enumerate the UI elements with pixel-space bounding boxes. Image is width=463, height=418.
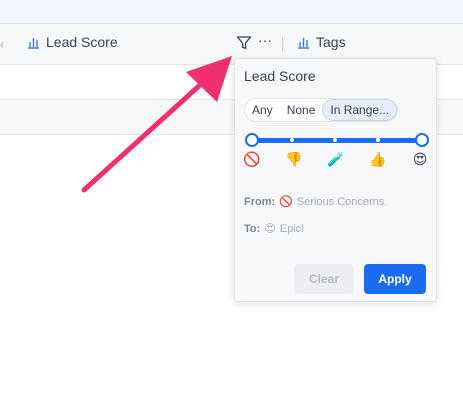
slider-tick	[333, 138, 337, 142]
slider-tick	[290, 138, 294, 142]
clear-button[interactable]: Clear	[294, 264, 354, 294]
heart-eyes-icon: 😍	[264, 222, 276, 235]
test-tube-icon[interactable]: 🧪	[327, 152, 345, 168]
column-header-label: Tags	[316, 34, 346, 50]
from-label: From:	[244, 196, 276, 208]
column-header-label: Lead Score	[46, 34, 118, 50]
column-header-tags[interactable]: Tags	[297, 34, 346, 50]
range-from: From: 🚫 Serious Concerns.	[244, 195, 387, 208]
scroll-left-icon[interactable]: ‹	[0, 37, 4, 51]
column-header-lead-score[interactable]: Lead Score	[27, 34, 118, 50]
more-options-icon[interactable]: ···	[258, 32, 272, 48]
range-min-handle[interactable]	[245, 133, 259, 147]
serious-concerns-icon: 🚫	[279, 195, 293, 208]
to-value: Epic!	[279, 223, 305, 235]
segment-none[interactable]: None	[280, 99, 323, 121]
heart-eyes-icon[interactable]: 😍	[411, 152, 429, 168]
divider	[282, 37, 283, 51]
slider-tick	[376, 138, 380, 142]
top-bar	[0, 0, 463, 24]
segment-any[interactable]: Any	[245, 99, 280, 121]
slider-track	[251, 138, 423, 143]
serious-concerns-icon[interactable]: 🚫	[243, 152, 261, 168]
segment-in-range[interactable]: In Range...	[322, 99, 398, 121]
thumbs-down-icon[interactable]: 👎	[285, 152, 303, 168]
score-scale: 🚫 👎 🧪 👍 😍	[243, 152, 431, 172]
thumbs-up-icon[interactable]: 👍	[369, 152, 387, 168]
lead-score-range-slider[interactable]	[245, 133, 429, 147]
bar-chart-icon	[27, 36, 40, 49]
filter-funnel-icon[interactable]	[236, 35, 252, 51]
apply-button[interactable]: Apply	[364, 264, 426, 294]
from-value: Serious Concerns.	[296, 196, 388, 208]
bar-chart-icon	[297, 36, 310, 49]
filter-mode-segmented-control: Any None In Range...	[244, 98, 399, 122]
lead-score-filter-popover: Lead Score Any None In Range... 🚫 👎 🧪 👍 …	[234, 58, 437, 302]
range-to: To: 😍 Epic!	[244, 222, 304, 235]
range-max-handle[interactable]	[415, 133, 429, 147]
popover-title: Lead Score	[244, 68, 316, 84]
to-label: To:	[244, 223, 261, 235]
